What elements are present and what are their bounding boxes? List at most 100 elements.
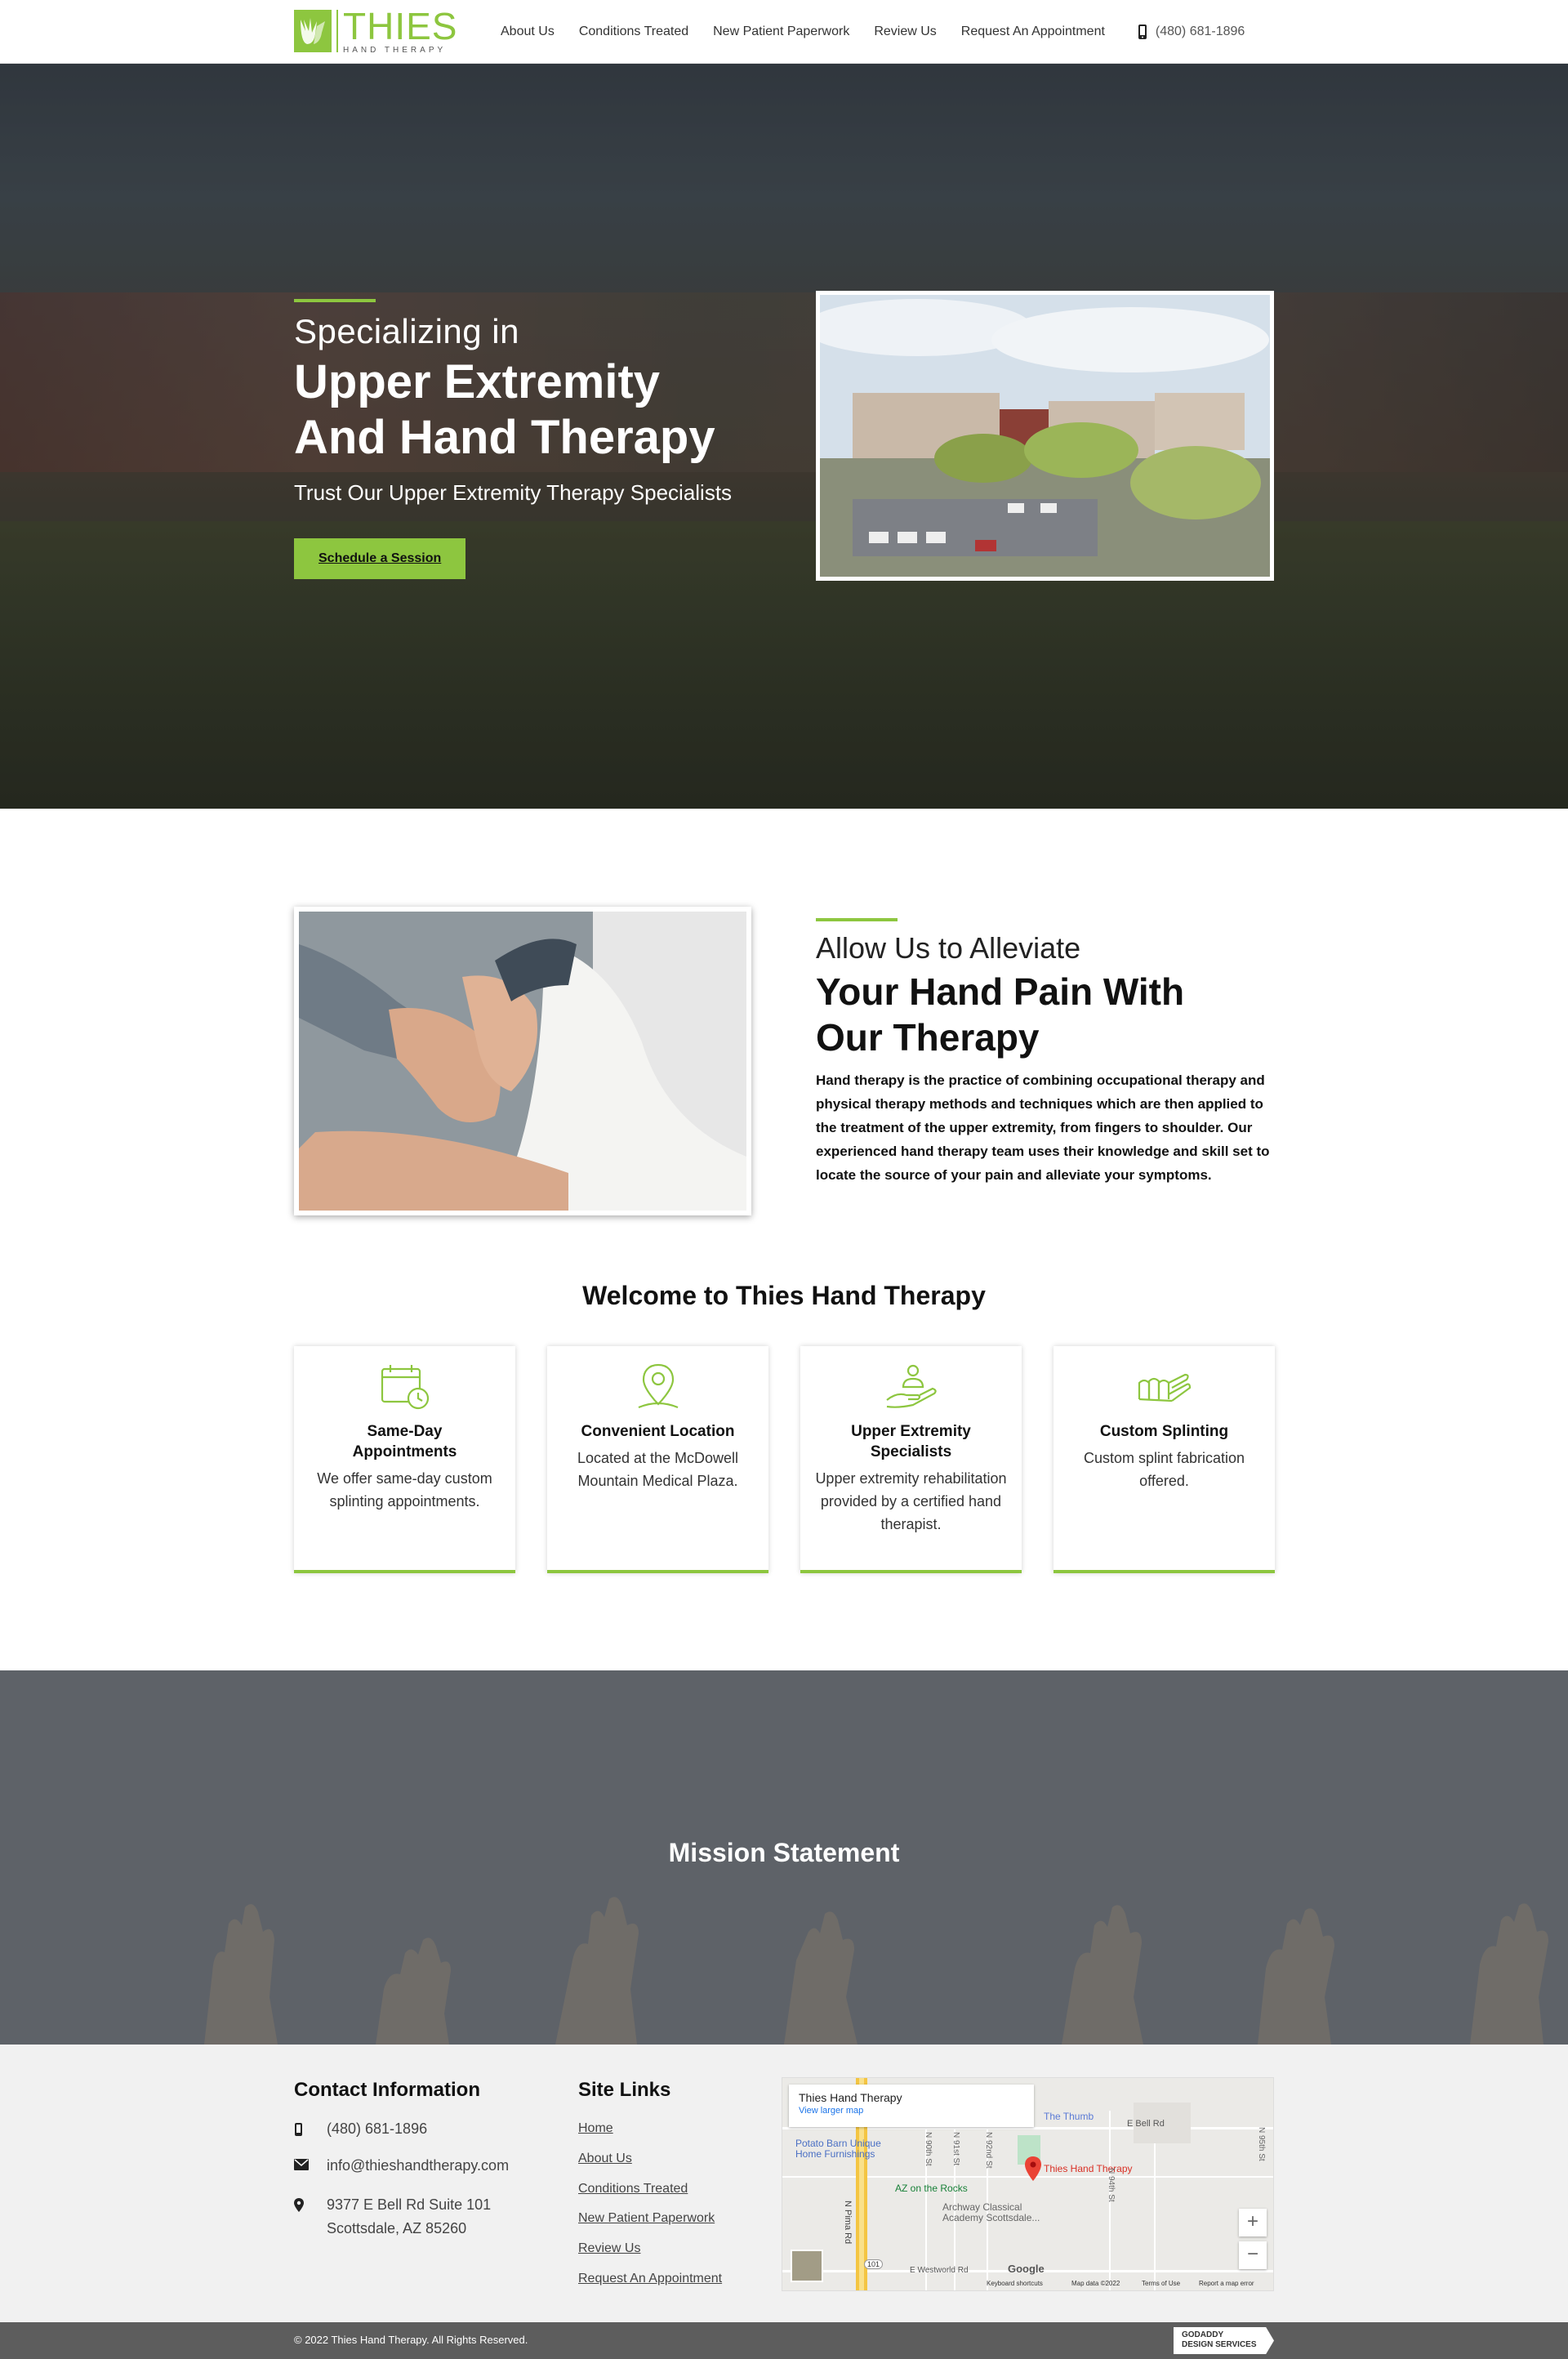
schedule-session-button[interactable]: Schedule a Session — [294, 538, 466, 579]
footer-email-address: info@thieshandtherapy.com — [327, 2157, 510, 2174]
feature-card-splinting: Custom Splinting Custom splint fabricati… — [1054, 1346, 1275, 1573]
map-keyboard-shortcuts[interactable]: Keyboard shortcuts — [987, 2280, 1043, 2287]
nav-request-appointment[interactable]: Request An Appointment — [961, 25, 1105, 39]
welcome-title: Welcome to Thies Hand Therapy — [582, 1281, 986, 1310]
satellite-toggle[interactable] — [791, 2250, 823, 2282]
map-label-n91: N 91st St — [951, 2132, 960, 2166]
card-title: Custom Splinting — [1099, 1423, 1229, 1440]
copyright-text: © 2022 Thies Hand Therapy. All Rights Re… — [294, 2334, 528, 2346]
map-label-potato-barn: Potato Barn Unique Home Furnishings — [795, 2138, 881, 2160]
logo-title: THIES — [343, 5, 458, 47]
contact-info-title: Contact Information — [294, 2079, 480, 2101]
footer-link-request-appointment[interactable]: Request An Appointment — [578, 2272, 722, 2286]
map-label-n94: N 94th St — [1107, 2168, 1116, 2202]
footer-link-conditions-treated[interactable]: Conditions Treated — [578, 2182, 688, 2196]
hero-title-line2: And Hand Therapy — [294, 411, 715, 464]
header-phone[interactable]: (480) 681-1896 — [1138, 24, 1245, 40]
logo-divider — [336, 10, 338, 52]
nav-new-patient-paperwork[interactable]: New Patient Paperwork — [713, 25, 849, 39]
view-larger-map-link[interactable]: View larger map — [799, 2106, 1024, 2116]
footer-phone-number: (480) 681-1896 — [327, 2120, 428, 2137]
map-label-az-on-the-rocks: AZ on the Rocks — [895, 2183, 968, 2194]
about-title-line1: Your Hand Pain With — [816, 970, 1185, 1013]
site-header: THIES HAND THERAPY About Us Conditions T… — [0, 0, 1568, 64]
map-place-card: Thies Hand Therapy View larger map — [789, 2085, 1034, 2127]
map-report-error-link[interactable]: Report a map error — [1199, 2280, 1254, 2287]
map-label-archway: Archway Classical Academy Scottsdale... — [942, 2201, 1040, 2223]
header-phone-number: (480) 681-1896 — [1155, 25, 1245, 38]
map-zoom-in-button[interactable]: + — [1239, 2209, 1267, 2236]
location-pin-icon — [630, 1361, 687, 1413]
map-label-n90: N 90th St — [924, 2132, 933, 2166]
badge-line1: GODADDY — [1182, 2330, 1224, 2339]
hero-subtitle: Trust Our Upper Extremity Therapy Specia… — [294, 480, 733, 505]
logo-text: THIES HAND THERAPY — [343, 7, 457, 55]
map-label-westworld: E Westworld Rd — [910, 2266, 969, 2275]
nav-about-us[interactable]: About Us — [501, 25, 555, 39]
footer-link-new-patient-paperwork[interactable]: New Patient Paperwork — [578, 2211, 715, 2226]
raised-hands-background — [204, 1897, 1548, 2045]
mission-title: Mission Statement — [668, 1838, 900, 1867]
map-label-n92: N 92nd St — [984, 2132, 993, 2169]
bottom-bar: © 2022 Thies Hand Therapy. All Rights Re… — [0, 2322, 1568, 2359]
feature-card-same-day: Same-Day Appointments We offer same-day … — [294, 1346, 515, 1573]
footer-link-home[interactable]: Home — [578, 2121, 613, 2136]
hand-logo-icon — [294, 10, 332, 52]
footer-link-review-us[interactable]: Review Us — [578, 2241, 640, 2256]
footer-address: 9377 E Bell Rd Suite 101 Scottsdale, AZ … — [294, 2193, 491, 2241]
location-map[interactable]: Thies Hand Therapy View larger map The T… — [782, 2077, 1274, 2291]
feature-cards: Same-Day Appointments We offer same-day … — [294, 1346, 1275, 1573]
feature-card-location: Convenient Location Located at the McDow… — [547, 1346, 768, 1573]
map-label-marker: Thies Hand Therapy — [1044, 2163, 1133, 2174]
about-text: Allow Us to Alleviate Your Hand Pain Wit… — [816, 918, 1274, 1187]
hand-care-icon — [883, 1361, 940, 1413]
mission-section: Mission Statement — [0, 1670, 1568, 2045]
map-data-credit: Map data ©2022 — [1071, 2280, 1120, 2287]
godaddy-badge[interactable]: GODADDY DESIGN SERVICES — [1174, 2327, 1274, 2354]
site-links-title: Site Links — [578, 2079, 671, 2101]
map-place-title: Thies Hand Therapy — [799, 2091, 902, 2104]
footer-link-about-us[interactable]: About Us — [578, 2152, 632, 2166]
calendar-clock-icon — [376, 1361, 434, 1413]
hero-pretitle: Specializing in — [294, 312, 519, 350]
footer-phone[interactable]: (480) 681-1896 — [294, 2117, 427, 2141]
about-body: Hand therapy is the practice of combinin… — [816, 1072, 1270, 1183]
about-pretitle: Allow Us to Alleviate — [816, 931, 1081, 965]
card-body: Upper extremity rehabilitation provided … — [815, 1470, 1007, 1532]
address-line1: 9377 E Bell Rd Suite 101 — [327, 2196, 492, 2213]
phone-icon — [1138, 25, 1147, 39]
site-logo[interactable]: THIES HAND THERAPY — [294, 7, 457, 56]
map-terms-link[interactable]: Terms of Use — [1142, 2280, 1180, 2287]
map-marker-icon[interactable] — [1024, 2156, 1042, 2181]
map-label-hwy-101: 101 — [864, 2259, 884, 2269]
nav-review-us[interactable]: Review Us — [874, 25, 936, 39]
map-label-n95: N 95th St — [1257, 2127, 1266, 2161]
building-photo — [816, 291, 1274, 581]
about-title: Your Hand Pain With Our Therapy — [816, 969, 1274, 1060]
address-line2: Scottsdale, AZ 85260 — [327, 2220, 467, 2236]
about-title-line2: Our Therapy — [816, 1016, 1040, 1059]
splint-hand-icon — [1136, 1361, 1193, 1413]
hero-accent-line — [294, 299, 376, 302]
main-nav: About Us Conditions Treated New Patient … — [501, 0, 1245, 64]
hero-section: Specializing in Upper Extremity And Hand… — [0, 64, 1568, 809]
hero-overlay — [0, 64, 1568, 809]
envelope-icon — [294, 2154, 327, 2178]
card-body: We offer same-day custom splinting appoi… — [317, 1470, 492, 1509]
footer-email[interactable]: info@thieshandtherapy.com — [294, 2154, 509, 2178]
map-label-the-thumb: The Thumb — [1044, 2111, 1094, 2122]
address-text: 9377 E Bell Rd Suite 101 Scottsdale, AZ … — [327, 2193, 491, 2241]
map-zoom-out-button[interactable]: − — [1239, 2241, 1267, 2269]
hero-title-line1: Upper Extremity — [294, 355, 661, 408]
google-logo: Google — [1008, 2263, 1045, 2275]
logo-subtitle: HAND THERAPY — [343, 46, 447, 55]
badge-line2: DESIGN SERVICES — [1182, 2340, 1257, 2349]
card-title: Convenient Location — [581, 1423, 735, 1440]
card-body: Located at the McDowell Mountain Medical… — [577, 1450, 739, 1489]
card-title: Same-Day Appointments — [352, 1423, 457, 1460]
map-label-bell-rd: E Bell Rd — [1127, 2119, 1165, 2129]
feature-card-specialists: Upper Extremity Specialists Upper extrem… — [800, 1346, 1022, 1573]
nav-conditions-treated[interactable]: Conditions Treated — [579, 25, 688, 39]
hero-title: Upper Extremity And Hand Therapy — [294, 355, 784, 466]
hand-therapy-photo — [294, 907, 751, 1215]
